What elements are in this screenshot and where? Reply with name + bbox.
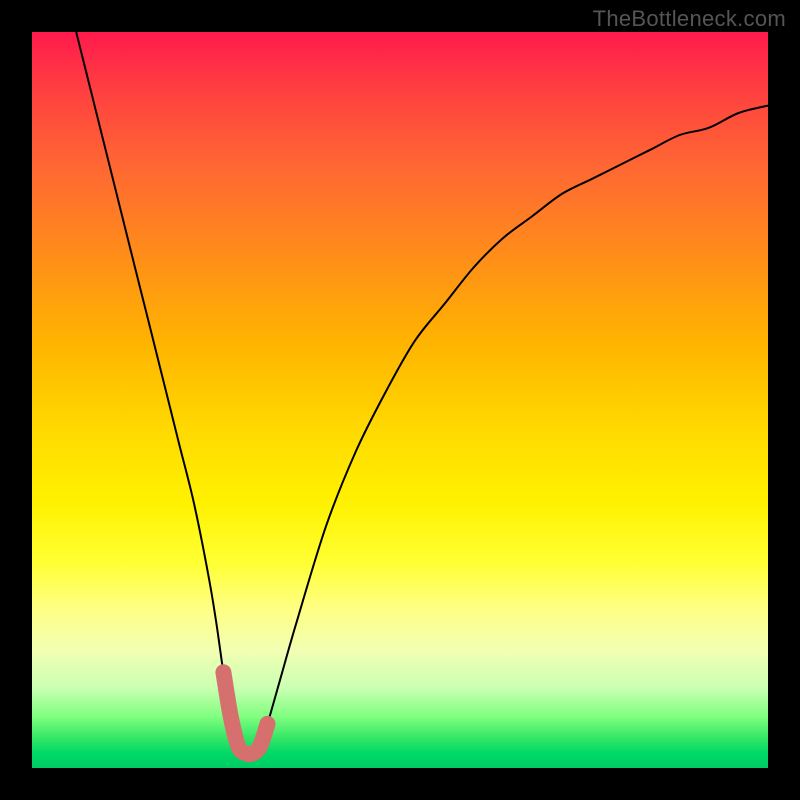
bottleneck-curve	[76, 32, 768, 754]
chart-svg	[32, 32, 768, 768]
chart-frame	[32, 32, 768, 768]
watermark-text: TheBottleneck.com	[593, 6, 786, 32]
optimal-range-highlight	[223, 672, 267, 754]
